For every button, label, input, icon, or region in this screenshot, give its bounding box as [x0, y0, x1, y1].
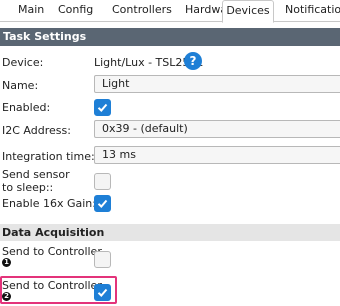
tab-bar: Main Config Controllers Hardware Devices…	[0, 0, 340, 23]
name-input[interactable]: Light	[94, 75, 340, 93]
enable-16x-gain-label: Enable 16x Gain::	[2, 197, 100, 210]
tab-controllers[interactable]: Controllers	[112, 0, 172, 22]
send-to-controller-1-text: Send to Controller	[2, 245, 102, 258]
name-label: Name:	[2, 79, 39, 92]
controller-1-badge: 1	[2, 258, 11, 267]
task-settings-header: Task Settings	[0, 28, 340, 46]
i2c-address-select[interactable]: 0x39 - (default)	[94, 120, 340, 138]
checkmark-icon	[97, 199, 108, 208]
tab-config[interactable]: Config	[58, 0, 93, 22]
send-to-controller-2-label: Send to Controller 2	[2, 279, 102, 305]
enabled-label: Enabled:	[2, 101, 51, 114]
tab-main[interactable]: Main	[18, 0, 44, 22]
send-sensor-to-sleep-label: Send sensor to sleep::	[2, 168, 70, 194]
data-acquisition-header: Data Acquisition	[0, 224, 340, 241]
send-to-controller-1-label: Send to Controller 1	[2, 245, 102, 271]
send-to-controller-1-checkbox[interactable]	[94, 251, 111, 268]
send-sensor-to-sleep-checkbox[interactable]	[94, 173, 111, 190]
controller-2-badge: 2	[2, 292, 11, 301]
tab-devices[interactable]: Devices	[222, 0, 274, 23]
checkmark-icon	[97, 103, 108, 112]
enable-16x-gain-checkbox[interactable]	[94, 195, 111, 212]
i2c-address-label: I2C Address:	[2, 124, 71, 137]
send-to-controller-2-checkbox[interactable]	[94, 284, 111, 301]
device-label: Device:	[2, 56, 44, 69]
enabled-checkbox[interactable]	[94, 99, 111, 116]
tab-notifications[interactable]: Notifications	[285, 0, 340, 22]
help-icon[interactable]: ?	[184, 52, 202, 70]
checkmark-icon	[97, 288, 108, 297]
integration-time-select[interactable]: 13 ms	[94, 146, 340, 164]
integration-time-label: Integration time:	[2, 150, 95, 163]
send-to-controller-2-text: Send to Controller	[2, 279, 102, 292]
